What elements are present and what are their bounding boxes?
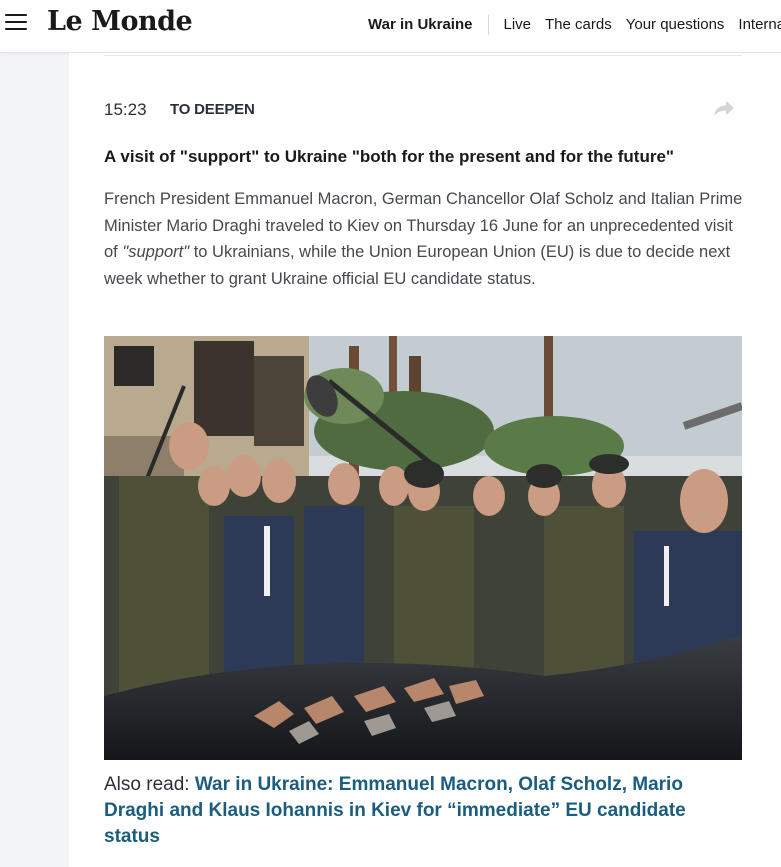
hamburger-menu-icon[interactable] [5, 14, 27, 32]
also-read: Also read: War in Ukraine: Emmanuel Macr… [104, 772, 744, 850]
share-arrow-icon[interactable] [713, 99, 735, 117]
post-body-quote: "support" [122, 243, 190, 261]
top-navigation-bar: Le Monde War in Ukraine Live The cards Your… [0, 0, 781, 53]
post-divider [104, 55, 742, 56]
live-post-card: 15:23 TO DEEPEN A visit of "support" to … [69, 53, 781, 867]
news-photo [104, 336, 742, 760]
post-headline: A visit of "support" to Ukraine "both fo… [104, 147, 674, 166]
nav-item-war-in-ukraine[interactable]: War in Ukraine [368, 16, 472, 33]
nav-item-your-questions[interactable]: Your questions [626, 16, 725, 33]
post-body-text-end: to Ukrainians, while the Union European … [104, 243, 731, 288]
site-logo[interactable]: Le Monde [47, 6, 193, 37]
nav-item-live[interactable]: Live [503, 16, 531, 33]
post-body: French President Emmanuel Macron, German… [104, 186, 744, 292]
main-nav: War in Ukraine Live The cards Your question… [368, 15, 781, 35]
also-read-label: Also read: [104, 774, 195, 795]
post-tag: TO DEEPEN [170, 101, 255, 118]
nav-item-the-cards[interactable]: The cards [545, 16, 612, 33]
post-time: 15:23 [104, 100, 147, 119]
nav-item-international[interactable]: Internatio [738, 16, 781, 33]
nav-separator [488, 15, 490, 35]
